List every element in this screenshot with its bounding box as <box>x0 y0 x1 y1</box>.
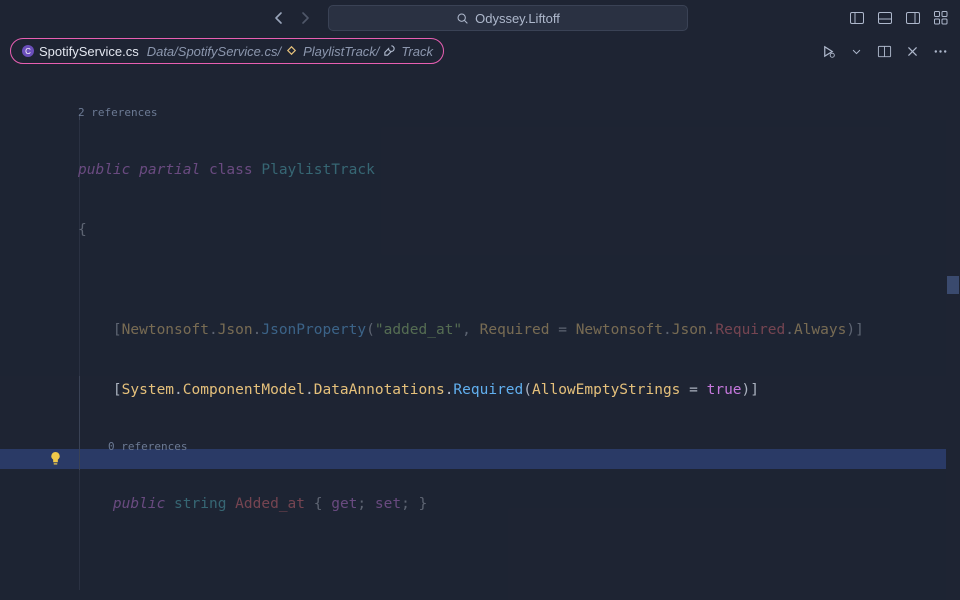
panel-left-icon[interactable] <box>846 7 868 29</box>
titlebar: Odyssey.Liftoff <box>0 0 960 36</box>
search-icon <box>456 12 469 25</box>
nav-arrows <box>268 7 316 29</box>
command-center-text: Odyssey.Liftoff <box>475 11 560 26</box>
code-editor[interactable]: 2 references public partial class Playli… <box>0 66 960 600</box>
scrollbar[interactable] <box>946 66 960 600</box>
breadcrumb-seg-class: PlaylistTrack/ <box>303 44 379 59</box>
tab-actions <box>818 41 950 61</box>
codelens-refs[interactable]: 0 references <box>78 440 944 454</box>
more-icon[interactable] <box>930 41 950 61</box>
breadcrumb-file: SpotifyService.cs <box>39 44 139 59</box>
codelens-refs[interactable]: 2 references <box>78 106 944 120</box>
nav-forward-button[interactable] <box>294 7 316 29</box>
chevron-down-icon[interactable] <box>846 41 866 61</box>
split-editor-icon[interactable] <box>874 41 894 61</box>
run-button[interactable] <box>818 41 838 61</box>
panel-right-icon[interactable] <box>902 7 924 29</box>
close-icon[interactable] <box>902 41 922 61</box>
nav-back-button[interactable] <box>268 7 290 29</box>
title-actions <box>846 7 952 29</box>
lightbulb-icon[interactable] <box>48 451 64 467</box>
breadcrumb-pill[interactable]: C SpotifyService.cs Data/SpotifyService.… <box>10 38 444 64</box>
tab-row: C SpotifyService.cs Data/SpotifyService.… <box>0 36 960 66</box>
class-icon <box>285 44 299 58</box>
scroll-marker <box>947 276 959 294</box>
breadcrumb-seg-prop: Track <box>401 44 433 59</box>
breadcrumb-path: Data/SpotifyService.cs/ <box>147 44 281 59</box>
csharp-file-icon: C <box>21 44 35 58</box>
command-center[interactable]: Odyssey.Liftoff <box>328 5 688 31</box>
svg-text:C: C <box>25 47 31 56</box>
code-area[interactable]: 2 references public partial class Playli… <box>78 66 944 600</box>
property-icon <box>383 44 397 58</box>
layout-grid-icon[interactable] <box>930 7 952 29</box>
panel-bottom-icon[interactable] <box>874 7 896 29</box>
